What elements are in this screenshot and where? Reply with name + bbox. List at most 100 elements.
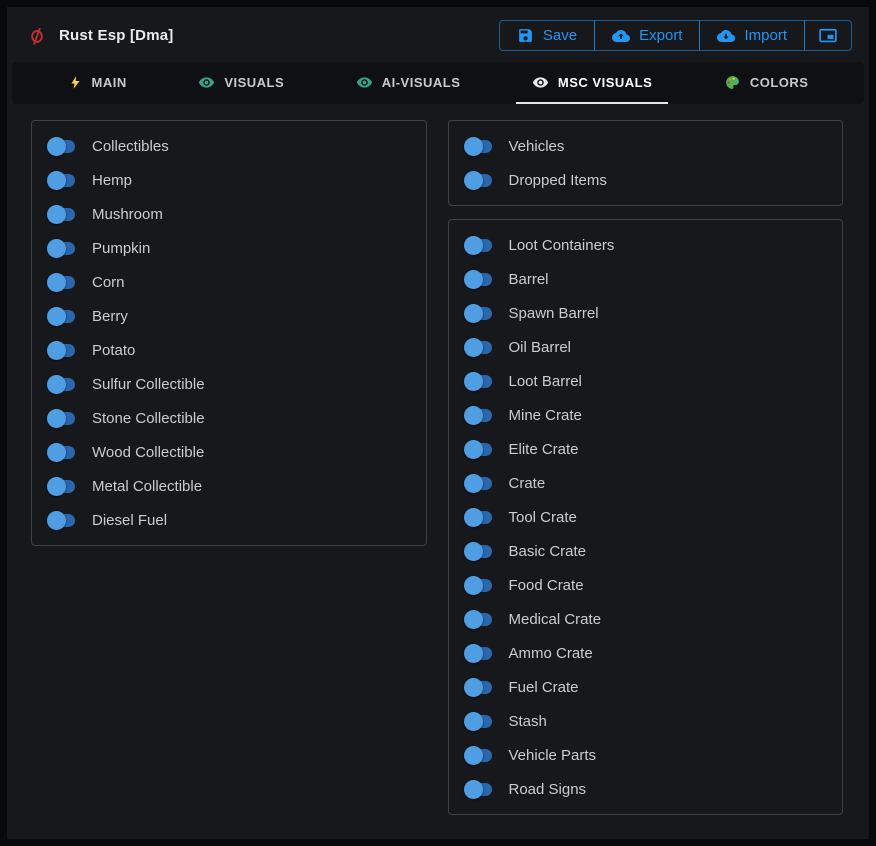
toggle-knob <box>464 576 483 595</box>
app-title: Rust Esp [Dma] <box>59 27 173 44</box>
toggle-knob <box>47 341 66 360</box>
toggle-switch[interactable] <box>49 140 75 153</box>
toggle-switch[interactable] <box>466 545 492 558</box>
tab-label: COLORS <box>750 75 809 90</box>
toggle-switch[interactable] <box>466 409 492 422</box>
toggle-row: Loot Barrel <box>466 364 843 398</box>
stream-proof-button[interactable] <box>804 20 852 51</box>
toggle-switch[interactable] <box>49 378 75 391</box>
toggle-switch[interactable] <box>466 579 492 592</box>
toggle-label: Pumpkin <box>92 240 150 257</box>
toggle-row: Vehicle Parts <box>466 738 843 772</box>
toggle-label: Mine Crate <box>509 407 582 424</box>
toggle-switch[interactable] <box>49 480 75 493</box>
toggle-switch[interactable] <box>49 446 75 459</box>
toggle-knob <box>464 644 483 663</box>
toggle-switch[interactable] <box>466 647 492 660</box>
toggle-row: Spawn Barrel <box>466 296 843 330</box>
tab-bar: MAIN VISUALS <box>12 62 864 104</box>
toggle-label: Ammo Crate <box>509 645 593 662</box>
import-button[interactable]: Import <box>699 20 805 51</box>
app-surface: Rust Esp [Dma] Save <box>7 7 869 839</box>
toggle-row: Mushroom <box>49 197 426 231</box>
lightning-icon <box>68 75 83 90</box>
toggle-switch[interactable] <box>466 715 492 728</box>
toggle-knob <box>47 307 66 326</box>
right-column: Vehicles Dropped Items Loot Containers <box>448 120 844 815</box>
toggle-switch[interactable] <box>466 375 492 388</box>
toggle-row: Wood Collectible <box>49 435 426 469</box>
toggle-switch[interactable] <box>49 344 75 357</box>
toggle-row: Crate <box>466 466 843 500</box>
toggle-row: Corn <box>49 265 426 299</box>
toggle-switch[interactable] <box>466 477 492 490</box>
tab-label: AI-VISUALS <box>382 75 461 90</box>
save-button[interactable]: Save <box>499 20 595 51</box>
toggle-switch[interactable] <box>49 310 75 323</box>
cloud-download-icon <box>717 27 735 45</box>
toggle-switch[interactable] <box>466 613 492 626</box>
toggle-switch[interactable] <box>49 208 75 221</box>
toggle-switch[interactable] <box>466 443 492 456</box>
eye-icon <box>532 74 549 91</box>
toggle-switch[interactable] <box>466 681 492 694</box>
toggle-row: Elite Crate <box>466 432 843 466</box>
toggle-label: Metal Collectible <box>92 478 202 495</box>
toggle-knob <box>464 508 483 527</box>
toggle-knob <box>47 443 66 462</box>
toggle-switch[interactable] <box>466 174 492 187</box>
toggle-knob <box>464 338 483 357</box>
toggle-switch[interactable] <box>466 273 492 286</box>
toggle-row: Barrel <box>466 262 843 296</box>
toggle-knob <box>47 205 66 224</box>
content: Collectibles Hemp Mushroom <box>7 104 869 839</box>
toggle-row: Potato <box>49 333 426 367</box>
tab-label: MAIN <box>92 75 127 90</box>
toggle-row: Ammo Crate <box>466 636 843 670</box>
toggle-row: Pumpkin <box>49 231 426 265</box>
toggle-switch[interactable] <box>49 276 75 289</box>
toggle-label: Elite Crate <box>509 441 579 458</box>
toggle-knob <box>47 273 66 292</box>
export-button-label: Export <box>639 27 682 44</box>
toggle-knob <box>464 542 483 561</box>
toggle-knob <box>464 474 483 493</box>
toggle-switch[interactable] <box>49 514 75 527</box>
tab-visuals[interactable]: VISUALS <box>182 62 300 104</box>
toggle-row: Stash <box>466 704 843 738</box>
toggle-switch[interactable] <box>49 242 75 255</box>
tab-colors[interactable]: COLORS <box>708 62 825 104</box>
toggle-knob <box>464 780 483 799</box>
toggle-switch[interactable] <box>466 307 492 320</box>
toggle-row: Hemp <box>49 163 426 197</box>
toggle-row: Fuel Crate <box>466 670 843 704</box>
tab-main[interactable]: MAIN <box>52 62 143 104</box>
toggle-label: Potato <box>92 342 135 359</box>
toggle-switch[interactable] <box>49 174 75 187</box>
toggle-switch[interactable] <box>466 140 492 153</box>
toggle-row: Diesel Fuel <box>49 503 426 537</box>
toggle-switch[interactable] <box>466 749 492 762</box>
toggle-label: Vehicles <box>509 138 565 155</box>
toggle-switch[interactable] <box>49 412 75 425</box>
toggle-label: Vehicle Parts <box>509 747 597 764</box>
palette-icon <box>724 74 741 91</box>
toggle-knob <box>464 372 483 391</box>
toggle-label: Barrel <box>509 271 549 288</box>
toggle-knob <box>47 409 66 428</box>
toggle-switch[interactable] <box>466 341 492 354</box>
toggle-knob <box>464 406 483 425</box>
toggle-switch[interactable] <box>466 783 492 796</box>
export-button[interactable]: Export <box>594 20 700 51</box>
toggle-label: Tool Crate <box>509 509 577 526</box>
tab-msc-visuals[interactable]: MSC VISUALS <box>516 62 668 104</box>
cloud-upload-icon <box>612 27 630 45</box>
tab-ai-visuals[interactable]: AI-VISUALS <box>340 62 477 104</box>
toggle-switch[interactable] <box>466 511 492 524</box>
toggle-row: Tool Crate <box>466 500 843 534</box>
toggle-label: Collectibles <box>92 138 169 155</box>
toggle-knob <box>464 678 483 697</box>
save-icon <box>517 27 534 44</box>
toggle-switch[interactable] <box>466 239 492 252</box>
toggle-label: Mushroom <box>92 206 163 223</box>
